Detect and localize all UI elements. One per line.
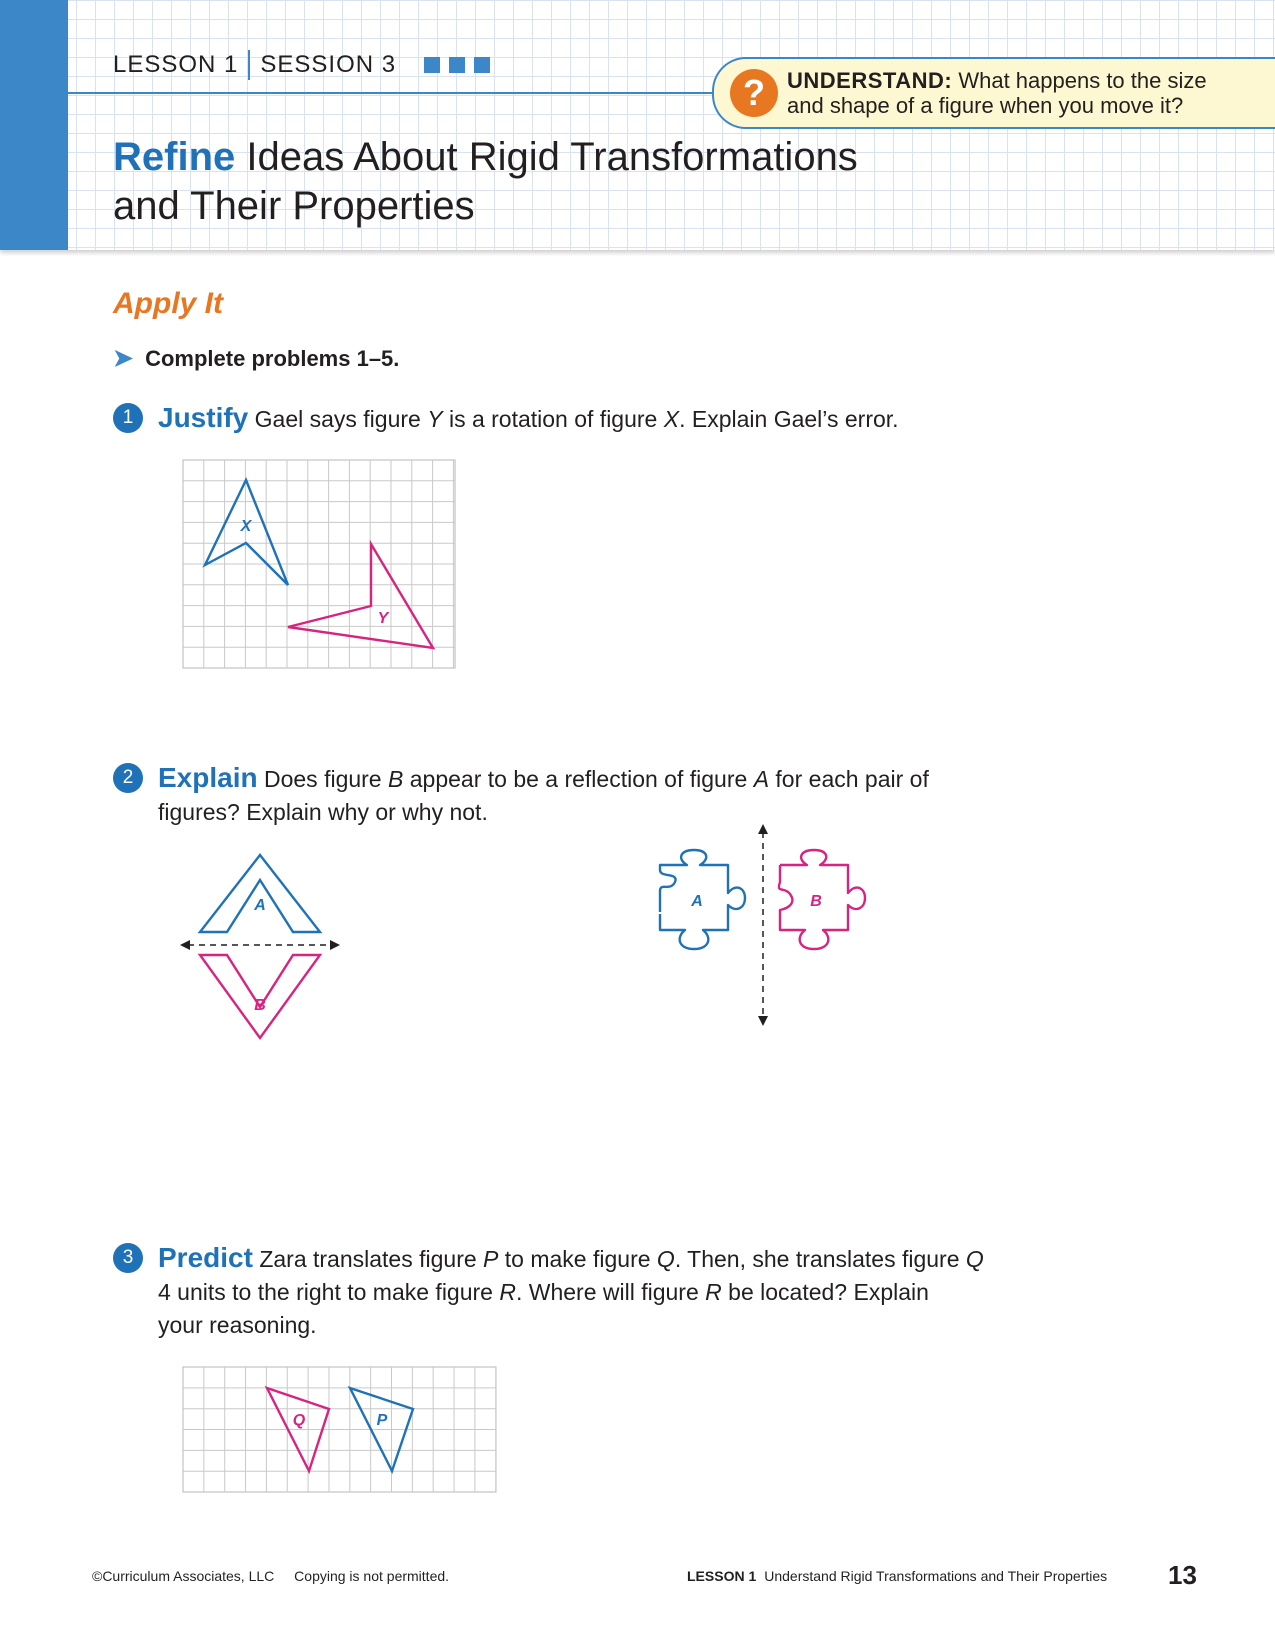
problem-1-grid-figure: X Y (182, 459, 456, 669)
problem-text: Predict Zara translates figure P to make… (158, 1241, 984, 1342)
problem-number: 1 (113, 403, 143, 433)
figure-y (287, 539, 436, 650)
arrow-left-icon (180, 940, 190, 950)
footer-lesson-label: LESSON 1 (687, 1568, 757, 1584)
grid (182, 1366, 497, 1493)
variable: R (705, 1279, 722, 1305)
variable: Q (656, 1246, 675, 1272)
grid (182, 459, 456, 669)
text-run: to make figure (498, 1246, 657, 1272)
arrow-down-icon (758, 1016, 768, 1026)
text-run: be located? Explain (721, 1279, 929, 1305)
understand-callout: ? UNDERSTAND: What happens to the size a… (712, 57, 1275, 129)
text-run: 4 units to the right to make figure (158, 1279, 500, 1305)
variable: B (388, 766, 404, 792)
text-run: . Where will figure (515, 1279, 706, 1305)
understand-text-line1: What happens to the size (958, 68, 1207, 93)
problem-2: 2 Explain Does figure B appear to be a r… (113, 761, 929, 829)
page-number: 13 (1168, 1560, 1197, 1590)
problem-text: Explain Does figure B appear to be a ref… (158, 761, 929, 829)
figure-a-label: A (690, 893, 703, 910)
problem-number: 2 (113, 763, 143, 793)
header-side-bar (0, 0, 68, 250)
problem-keyword: Predict (158, 1242, 253, 1273)
variable: Q (965, 1246, 984, 1272)
text-run: Gael says figure (248, 406, 428, 432)
variable: R (499, 1279, 516, 1305)
figure-a-label: A (253, 897, 266, 914)
variable: P (483, 1246, 499, 1272)
session-progress-squares (424, 57, 491, 73)
problem-2-right-figure: A B (658, 824, 867, 1026)
progress-square (424, 57, 441, 73)
variable: Y (427, 406, 443, 432)
copyright-text: ©Curriculum Associates, LLC (92, 1568, 275, 1584)
text-run: . Then, she translates figure (674, 1246, 966, 1272)
text-run: appear to be a reflection of figure (403, 766, 754, 792)
instruction: ➤ Complete problems 1–5. (113, 344, 399, 373)
variable: X (663, 406, 680, 432)
text-run: Does figure (257, 766, 388, 792)
text-run: is a rotation of figure (442, 406, 664, 432)
problem-3-grid-figure: Q P (182, 1366, 497, 1493)
problem-3: 3 Predict Zara translates figure P to ma… (113, 1241, 984, 1342)
page-title: Refine Ideas About Rigid Transformations… (113, 133, 858, 231)
understand-label: UNDERSTAND: (787, 68, 953, 93)
text-run: Zara translates figure (252, 1246, 484, 1272)
problem-2-left-figure: A B (180, 853, 340, 1041)
figure-p-label: P (377, 1412, 388, 1429)
progress-square (449, 57, 466, 73)
arrow-icon: ➤ (113, 345, 134, 372)
title-keyword: Refine (113, 135, 236, 179)
lesson-label: LESSON 1 (113, 51, 239, 78)
problem-text: Justify Gael says figure Y is a rotation… (158, 401, 899, 436)
understand-text: UNDERSTAND: What happens to the size and… (787, 68, 1207, 118)
section-heading: Apply It (113, 287, 223, 320)
puzzle-piece-b (777, 848, 867, 951)
problem-number: 3 (113, 1243, 143, 1273)
arrow-right-icon (330, 940, 340, 950)
lesson-session-line: LESSON 1 SESSION 3 (113, 50, 491, 80)
title-line2: and Their Properties (113, 184, 475, 228)
title-line1: Ideas About Rigid Transformations (235, 135, 858, 179)
figure-b-label: B (810, 893, 822, 910)
problem-keyword: Justify (158, 402, 249, 433)
header-rule (68, 92, 718, 94)
text-run: for each pair of (769, 766, 929, 792)
figure-q-label: Q (293, 1412, 306, 1429)
progress-square (474, 57, 491, 73)
footer-lesson-title: Understand Rigid Transformations and The… (764, 1568, 1108, 1584)
text-run: your reasoning. (158, 1312, 317, 1338)
figure-x-label: X (240, 518, 253, 535)
session-label: SESSION 3 (260, 51, 397, 78)
text-run: figures? Explain why or why not. (158, 799, 488, 825)
figure-b-label: B (254, 997, 266, 1014)
instruction-text: Complete problems 1–5. (145, 345, 400, 371)
divider (248, 50, 251, 80)
question-icon: ? (730, 69, 778, 117)
figure-a (197, 853, 323, 934)
copy-notice: Copying is not permitted. (294, 1568, 450, 1584)
page-header: LESSON 1 SESSION 3 ? UNDERSTAND: What ha… (0, 0, 1275, 250)
footer-lesson: LESSON 1 Understand Rigid Transformations… (687, 1568, 1107, 1584)
text-run: . Explain Gael’s error. (679, 406, 899, 432)
variable: A (753, 766, 770, 792)
understand-text-line2: and shape of a figure when you move it? (787, 93, 1184, 118)
footer-copyright: ©Curriculum Associates, LLC Copying is n… (92, 1568, 449, 1584)
problem-keyword: Explain (158, 762, 258, 793)
problem-1: 1 Justify Gael says figure Y is a rotati… (113, 401, 899, 436)
figure-y-label: Y (378, 610, 390, 627)
